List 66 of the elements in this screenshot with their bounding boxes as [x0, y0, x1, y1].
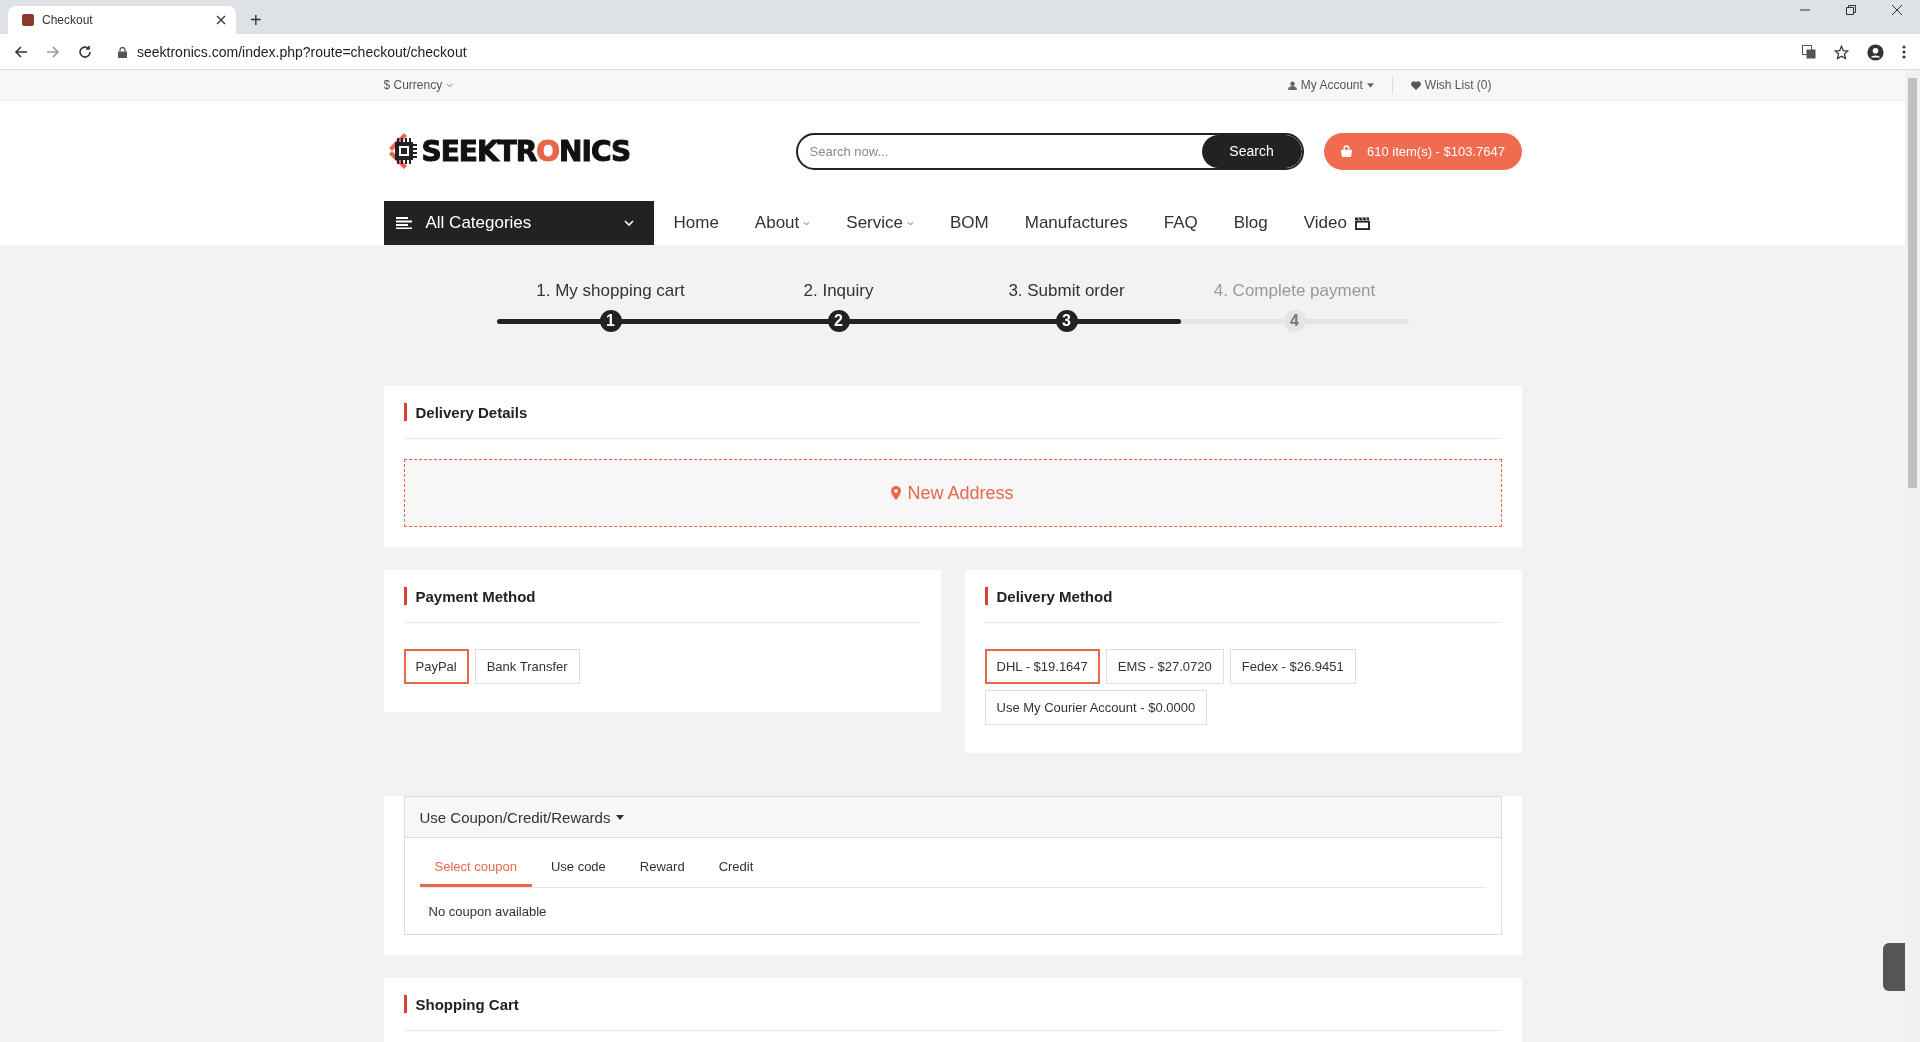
scrollbar[interactable] [1905, 70, 1920, 1042]
chevron-down-icon [907, 220, 914, 226]
step-label: 1. My shopping cart [535, 281, 686, 301]
section-title: Delivery Method [984, 570, 1502, 623]
nav-link[interactable]: Video [1303, 213, 1370, 233]
option-button[interactable]: Bank Transfer [474, 649, 580, 684]
logo-text[interactable]: SEEKTRONICS [421, 134, 631, 168]
all-categories-button[interactable]: All Categories [383, 201, 654, 245]
lock-icon [118, 46, 127, 58]
currency-link[interactable]: $ Currency [383, 78, 454, 92]
step-label: 3. Submit order [1007, 281, 1126, 301]
heart-icon [1410, 80, 1421, 90]
chevron-down-icon [446, 82, 454, 88]
profile-icon[interactable] [1867, 43, 1884, 61]
menu-icon [395, 217, 412, 229]
user-icon [1287, 80, 1297, 90]
step-label: 2. Inquiry [802, 281, 875, 301]
site-favicon-icon [22, 14, 34, 26]
step-number: 1 [599, 310, 622, 332]
nav-link[interactable]: About [754, 213, 811, 233]
new-tab-button[interactable]: + [250, 10, 262, 30]
chevron-down-icon [803, 220, 811, 226]
coupon-tab[interactable]: Use code [535, 848, 621, 887]
option-button[interactable]: PayPal [403, 649, 469, 684]
option-button[interactable]: DHL - $19.1647 [984, 649, 1100, 684]
nav-link[interactable]: Manufactures [1024, 213, 1128, 233]
coupon-message: No coupon available [427, 902, 548, 921]
nav-link[interactable]: Service [846, 213, 914, 233]
back-icon[interactable] [14, 45, 28, 59]
browser-tab[interactable]: Checkout [8, 6, 236, 34]
shopping-bag-icon [1340, 144, 1353, 158]
caret-icon [1366, 82, 1374, 88]
star-icon[interactable] [1834, 44, 1849, 60]
step-number: 2 [827, 310, 850, 332]
step-number: 4 [1283, 310, 1306, 332]
close-icon[interactable] [1892, 5, 1902, 15]
option-button[interactable]: Fedex - $26.9451 [1229, 649, 1356, 684]
translate-icon[interactable] [1802, 45, 1816, 59]
wish-list-link[interactable]: Wish List (0) [1410, 78, 1492, 92]
option-button[interactable]: Use My Courier Account - $0.0000 [984, 690, 1208, 725]
option-button[interactable]: EMS - $27.0720 [1105, 649, 1224, 684]
caret-icon [616, 814, 625, 820]
section-title: Payment Method [403, 570, 921, 623]
search-button[interactable]: Search [1201, 134, 1302, 168]
clapperboard-icon [1354, 216, 1370, 230]
coupon-tab[interactable]: Reward [624, 848, 700, 887]
nav-link[interactable]: BOM [950, 213, 989, 233]
reload-icon[interactable] [78, 45, 92, 59]
map-pin-icon [891, 486, 902, 500]
step-label: 4. Complete payment [1212, 281, 1377, 301]
forward-icon[interactable] [46, 45, 60, 59]
chevron-down-icon [623, 220, 634, 226]
nav-link[interactable]: Blog [1233, 213, 1268, 233]
search-field[interactable]: Search now... Search [795, 132, 1304, 170]
nav-link[interactable]: FAQ [1163, 213, 1198, 233]
coupon-toggle[interactable]: Use Coupon/Credit/Rewards [404, 797, 1501, 838]
tab-title: Checkout [42, 13, 94, 27]
section-title: Delivery Details [403, 386, 1502, 439]
coupon-tab[interactable]: Credit [703, 848, 769, 887]
section-title: Shopping Cart [403, 978, 1502, 1031]
menu-icon[interactable] [1902, 45, 1906, 59]
close-icon[interactable] [216, 15, 226, 25]
nav-link[interactable]: Home [673, 213, 719, 233]
step-number: 3 [1055, 310, 1078, 332]
restore-icon[interactable] [1846, 5, 1856, 15]
my-account-link[interactable]: My Account [1287, 78, 1374, 92]
